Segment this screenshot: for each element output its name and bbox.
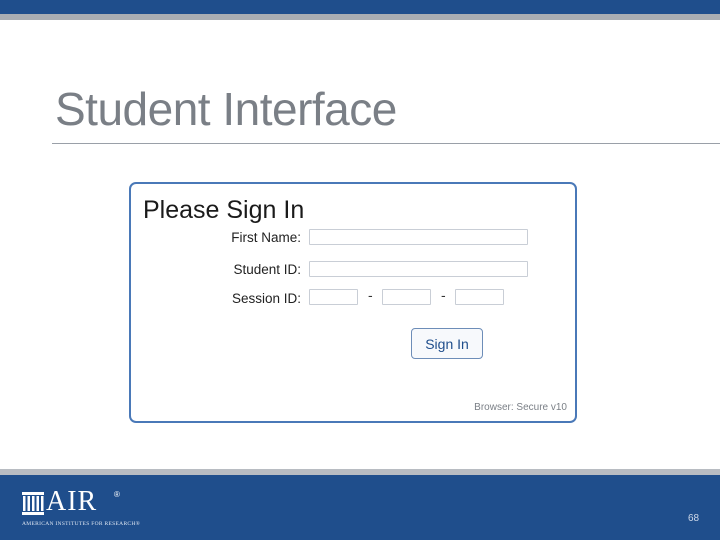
- logo-tagline: AMERICAN INSTITUTES FOR RESEARCH®: [22, 521, 141, 527]
- title-divider: [52, 143, 720, 144]
- session-id-part-1[interactable]: [309, 289, 358, 305]
- first-name-label: First Name:: [231, 230, 301, 245]
- session-id-separator: -: [368, 287, 373, 303]
- page-number: 68: [688, 513, 700, 524]
- slide-title: Student Interface: [55, 83, 397, 135]
- session-id-part-2[interactable]: [382, 289, 431, 305]
- first-name-field[interactable]: [309, 229, 528, 245]
- air-logo: AIR ® AMERICAN INSTITUTES FOR RESEARCH®: [22, 486, 140, 530]
- logo-registered-mark: ®: [114, 490, 120, 499]
- student-id-label: Student ID:: [233, 262, 301, 277]
- session-id-part-3[interactable]: [455, 289, 504, 305]
- signin-panel: Please Sign In First Name: Student ID: S…: [129, 182, 577, 423]
- session-id-label: Session ID:: [231, 291, 301, 306]
- session-id-separator: -: [441, 287, 446, 303]
- sign-in-button[interactable]: Sign In: [411, 328, 483, 359]
- signin-heading: Please Sign In: [143, 196, 305, 224]
- student-id-field[interactable]: [309, 261, 528, 277]
- logo-wordmark: AIR: [46, 486, 98, 517]
- browser-version: Browser: Secure v10: [474, 402, 567, 413]
- top-banner-blue: [0, 0, 720, 14]
- top-banner-gray: [0, 14, 720, 20]
- building-icon: [22, 492, 44, 515]
